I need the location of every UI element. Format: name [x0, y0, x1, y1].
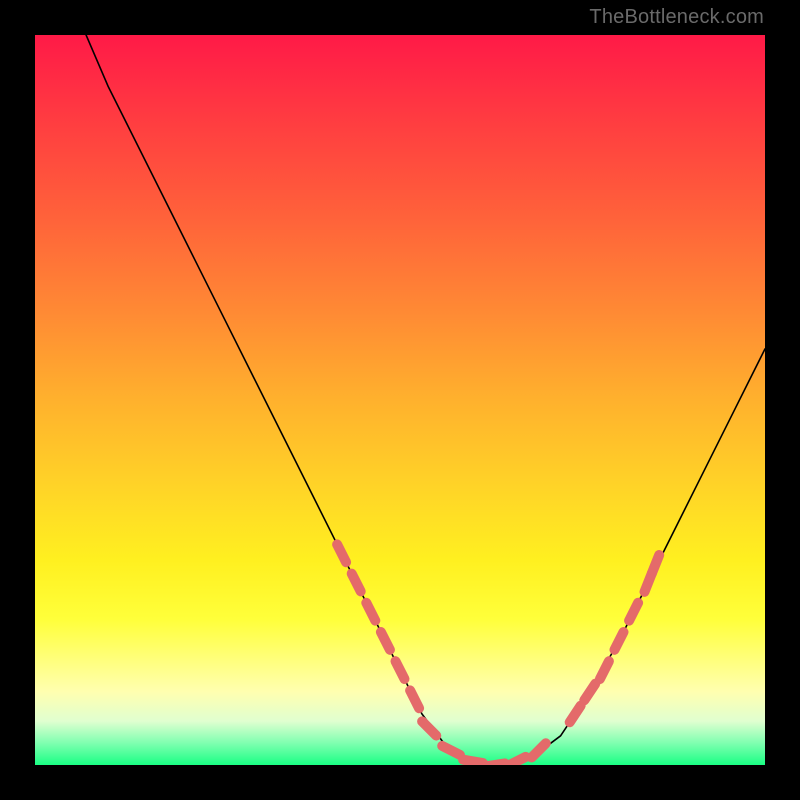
- marker-dash: [381, 632, 390, 650]
- marker-dash: [584, 684, 595, 701]
- marker-dash: [422, 721, 436, 735]
- marker-dash: [485, 763, 505, 765]
- marker-dash: [337, 544, 346, 562]
- marker-dash: [442, 746, 460, 755]
- marker-dash: [508, 757, 526, 765]
- marker-dash: [615, 632, 624, 650]
- marker-dash: [570, 706, 581, 723]
- bottleneck-curve-path: [86, 35, 765, 765]
- marker-dash: [629, 603, 638, 621]
- marker-dash: [532, 743, 546, 757]
- marker-dash: [600, 661, 609, 679]
- marker-dash: [410, 690, 419, 708]
- chart-frame: TheBottleneck.com: [0, 0, 800, 800]
- plot-area: [35, 35, 765, 765]
- watermark-text: TheBottleneck.com: [589, 6, 764, 29]
- marker-dash: [652, 555, 659, 574]
- marker-dash: [463, 760, 483, 763]
- marker-dash: [352, 574, 361, 592]
- marker-dash: [396, 661, 405, 679]
- chart-svg: [35, 35, 765, 765]
- marker-dash: [366, 603, 375, 621]
